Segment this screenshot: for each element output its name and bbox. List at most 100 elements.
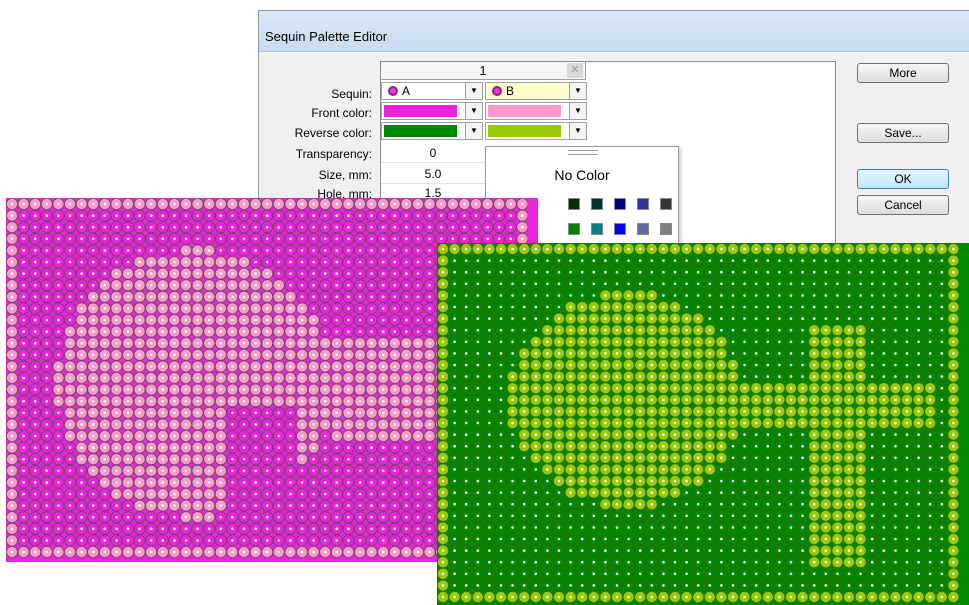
front-color-b-select[interactable]: ▼ <box>485 102 587 120</box>
close-column-icon[interactable]: ✕ <box>567 63 583 78</box>
sequin-hole <box>743 398 746 402</box>
sequin-hole <box>68 225 72 229</box>
sequin-hole <box>474 225 478 229</box>
sequin-hole <box>265 539 269 542</box>
sequin-hole <box>685 340 688 344</box>
sequin-hole <box>882 398 886 402</box>
sequin-hole <box>673 502 677 506</box>
sequin-hole <box>952 363 955 367</box>
reverse-color-b-select[interactable]: ▼ <box>485 122 587 140</box>
sequin-hole <box>207 411 211 415</box>
chevron-down-icon[interactable]: ▼ <box>569 103 586 119</box>
no-color-option[interactable]: No Color <box>486 167 678 183</box>
sequin-hole <box>615 294 619 297</box>
sequin-hole <box>103 260 107 264</box>
cancel-button[interactable]: Cancel <box>857 195 949 215</box>
sequin-hole <box>161 272 165 275</box>
sequin-hole <box>103 504 107 507</box>
chevron-down-icon[interactable]: ▼ <box>569 83 586 99</box>
sequin-hole <box>335 283 339 287</box>
sequin-hole <box>488 433 491 436</box>
sequin-hole <box>335 399 339 403</box>
palette-swatch[interactable] <box>591 223 603 235</box>
sequin-hole <box>534 340 538 344</box>
sequin-hole <box>534 305 538 309</box>
ok-button[interactable]: OK <box>857 169 949 189</box>
chevron-down-icon[interactable]: ▼ <box>465 123 482 139</box>
resize-grip-icon[interactable] <box>568 150 598 155</box>
sequin-hole <box>604 328 607 332</box>
sequin-hole <box>928 352 932 355</box>
front-color-a-select[interactable]: ▼ <box>381 102 483 120</box>
sequin-hole <box>393 457 397 461</box>
sequin-hole <box>22 504 25 507</box>
sequin-hole <box>80 527 83 531</box>
palette-swatch[interactable] <box>614 198 626 210</box>
sequin-hole <box>453 502 456 506</box>
sequin-hole <box>882 340 886 344</box>
transparency-value[interactable]: 0 <box>381 144 485 163</box>
reverse-color-a-select[interactable]: ▼ <box>381 122 483 140</box>
sequin-hole <box>405 457 408 461</box>
sequin-hole <box>592 398 596 402</box>
sequin-hole <box>453 386 456 390</box>
sequin-hole <box>126 272 130 275</box>
palette-swatch[interactable] <box>637 198 649 210</box>
sequin-hole <box>57 515 60 519</box>
more-button[interactable]: More <box>857 63 949 83</box>
sequin-hole <box>207 469 211 473</box>
sequin-hole <box>905 305 909 309</box>
front-color-a-swatch <box>384 105 457 117</box>
sequin-hole <box>347 341 350 345</box>
sequin-hole <box>80 457 83 461</box>
sequin-hole <box>754 421 758 425</box>
sequin-hole <box>219 202 223 206</box>
palette-swatch[interactable] <box>660 198 672 210</box>
sequin-hole <box>80 550 83 554</box>
sequin-hole <box>265 225 269 229</box>
sequin-b-select[interactable]: B ▼ <box>485 82 587 100</box>
palette-swatch[interactable] <box>637 223 649 235</box>
sequin-hole <box>720 468 723 471</box>
palette-swatch[interactable] <box>614 223 626 235</box>
sequin-hole <box>207 272 211 275</box>
palette-swatch[interactable] <box>568 223 580 235</box>
sequin-hole <box>80 388 83 391</box>
sequin-hole <box>453 479 456 483</box>
sequin-hole <box>173 550 176 554</box>
sequin-hole <box>289 341 292 345</box>
palette-swatch[interactable] <box>591 198 603 210</box>
palette-swatch[interactable] <box>660 223 672 235</box>
sequin-hole <box>277 388 281 391</box>
sequin-hole <box>882 444 886 448</box>
sequin-hole <box>57 376 60 380</box>
sequin-a-select[interactable]: A ▼ <box>381 82 483 100</box>
sequin-hole <box>68 423 72 426</box>
sequin-hole <box>323 249 327 252</box>
sequin-hole <box>789 421 793 425</box>
sequin-hole <box>393 469 397 473</box>
sequin-hole <box>277 492 281 496</box>
sequin-hole <box>928 479 932 483</box>
save-button[interactable]: Save... <box>857 123 949 143</box>
chevron-down-icon[interactable]: ▼ <box>465 83 482 99</box>
sequin-hole <box>836 410 839 413</box>
sequin-hole <box>231 481 234 484</box>
palette-swatch[interactable] <box>568 198 580 210</box>
sequin-hole <box>488 468 491 471</box>
sequin-hole <box>277 353 281 357</box>
sequin-hole <box>45 214 49 217</box>
sequin-hole <box>859 444 862 448</box>
sequin-hole <box>68 527 72 531</box>
sequin-hole <box>847 282 851 286</box>
chevron-down-icon[interactable]: ▼ <box>569 123 586 139</box>
sequin-hole <box>812 270 816 274</box>
sequin-hole <box>173 341 176 345</box>
chevron-down-icon[interactable]: ▼ <box>465 103 482 119</box>
sequin-hole <box>289 457 292 461</box>
sequin-hole <box>381 492 385 496</box>
sequin-hole <box>358 399 362 403</box>
size-value[interactable]: 5.0 <box>381 165 485 184</box>
sequin-hole <box>277 365 281 368</box>
sequin-hole <box>940 456 944 460</box>
